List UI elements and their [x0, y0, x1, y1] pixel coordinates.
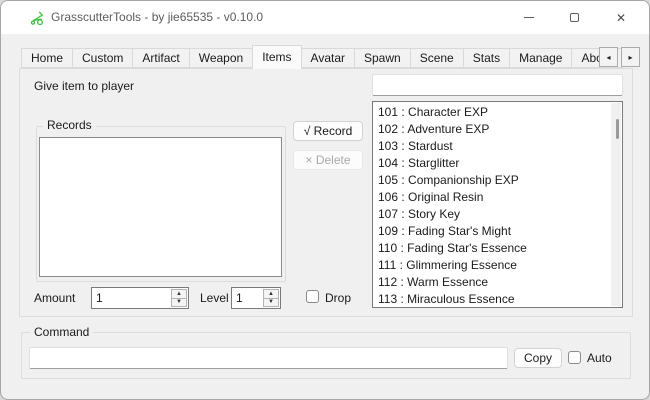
tab-spawn[interactable]: Spawn — [354, 48, 411, 68]
list-item[interactable]: 104 : Starglitter — [373, 155, 610, 172]
record-button[interactable]: √ Record — [293, 121, 363, 141]
list-item[interactable]: 102 : Adventure EXP — [373, 121, 610, 138]
spin-up-icon[interactable]: ▲ — [172, 290, 186, 299]
item-list-rows: 101 : Character EXP102 : Adventure EXP10… — [373, 104, 610, 308]
level-label: Level — [200, 291, 229, 305]
tab-artifact[interactable]: Artifact — [132, 48, 189, 68]
close-button[interactable]: ✕ — [606, 1, 636, 34]
amount-value: 1 — [96, 288, 103, 308]
list-item[interactable]: 107 : Story Key — [373, 206, 610, 223]
list-item[interactable]: 111 : Glimmering Essence — [373, 257, 610, 274]
tab-items[interactable]: Items — [252, 45, 301, 69]
list-item[interactable]: 103 : Stardust — [373, 138, 610, 155]
maximize-button[interactable] — [559, 1, 589, 34]
close-icon: ✕ — [616, 12, 626, 24]
command-group-label: Command — [30, 326, 93, 339]
tab-home[interactable]: Home — [21, 48, 73, 68]
tab-scroll-left-button[interactable]: ◂ — [599, 47, 618, 67]
records-listbox[interactable] — [39, 137, 282, 277]
spin-up-icon[interactable]: ▲ — [264, 290, 278, 299]
tab-manage[interactable]: Manage — [509, 48, 572, 68]
scrollbar-track[interactable] — [611, 103, 621, 306]
auto-label: Auto — [587, 351, 612, 365]
maximize-icon — [570, 13, 579, 22]
scrollbar-thumb[interactable] — [616, 119, 619, 139]
list-item[interactable]: 109 : Fading Star's Might — [373, 223, 610, 240]
scroll-left-icon: ◂ — [606, 53, 610, 62]
auto-checkbox[interactable] — [568, 351, 581, 364]
copy-button[interactable]: Copy — [514, 348, 562, 368]
records-group-label: Records — [43, 119, 96, 132]
amount-label: Amount — [34, 291, 75, 305]
tab-avatar[interactable]: Avatar — [301, 48, 355, 68]
level-value: 1 — [236, 288, 243, 308]
level-spin-buttons[interactable]: ▲ ▼ — [263, 289, 279, 307]
app-window: GrasscutterTools - by jie65535 - v0.10.0… — [0, 0, 650, 400]
app-icon — [29, 10, 45, 26]
list-item[interactable]: 112 : Warm Essence — [373, 274, 610, 291]
item-filter-input[interactable] — [372, 74, 623, 96]
drop-label: Drop — [325, 291, 351, 305]
minimize-button[interactable] — [514, 1, 544, 34]
delete-button[interactable]: × Delete — [293, 150, 363, 170]
spin-down-icon[interactable]: ▼ — [172, 299, 186, 307]
list-item[interactable]: 106 : Original Resin — [373, 189, 610, 206]
tab-strip: HomeCustomArtifactWeaponItemsAvatarSpawn… — [21, 45, 622, 69]
command-input[interactable] — [29, 347, 508, 369]
minimize-icon — [524, 17, 534, 18]
tab-stats[interactable]: Stats — [463, 48, 510, 68]
window-title: GrasscutterTools - by jie65535 - v0.10.0 — [51, 1, 263, 34]
title-bar: GrasscutterTools - by jie65535 - v0.10.0… — [1, 1, 649, 34]
scroll-right-icon: ▸ — [628, 53, 632, 62]
item-list[interactable]: 101 : Character EXP102 : Adventure EXP10… — [372, 101, 623, 308]
level-stepper[interactable]: 1 ▲ ▼ — [231, 287, 281, 309]
spin-down-icon[interactable]: ▼ — [264, 299, 278, 307]
tab-scroll-right-button[interactable]: ▸ — [621, 47, 640, 67]
list-item[interactable]: 105 : Companionship EXP — [373, 172, 610, 189]
tab-scene[interactable]: Scene — [410, 48, 464, 68]
give-item-label: Give item to player — [34, 79, 134, 93]
drop-checkbox[interactable] — [306, 290, 319, 303]
list-item[interactable]: 110 : Fading Star's Essence — [373, 240, 610, 257]
tab-weapon[interactable]: Weapon — [189, 48, 253, 68]
list-item[interactable]: 113 : Miraculous Essence — [373, 291, 610, 308]
amount-stepper[interactable]: 1 ▲ ▼ — [91, 287, 189, 309]
list-item[interactable]: 101 : Character EXP — [373, 104, 610, 121]
tab-custom[interactable]: Custom — [72, 48, 133, 68]
amount-spin-buttons[interactable]: ▲ ▼ — [171, 289, 187, 307]
